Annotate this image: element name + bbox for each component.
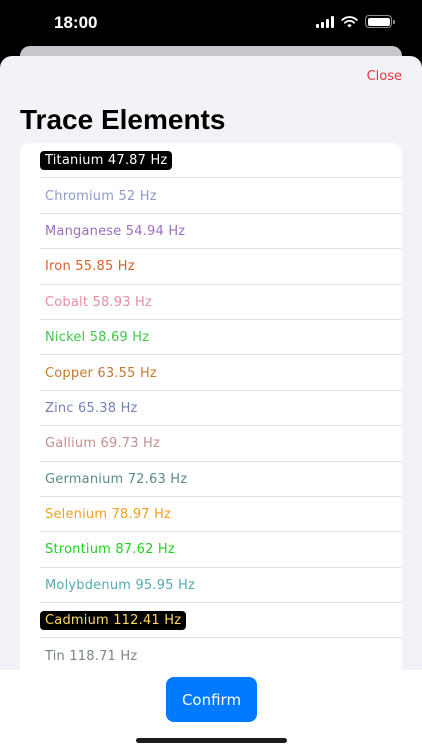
list-item[interactable]: Titanium 47.87 Hz: [20, 143, 402, 179]
list-item[interactable]: Strontium 87.62 Hz: [20, 532, 402, 569]
list-item[interactable]: Manganese 54.94 Hz: [20, 214, 402, 250]
list-item[interactable]: Copper 63.55 Hz: [20, 355, 402, 392]
list-item-label: Strontium 87.62 Hz: [45, 542, 175, 558]
list-item[interactable]: Molybdenum 95.95 Hz: [20, 568, 402, 604]
list-item-label: Chromium 52 Hz: [45, 188, 157, 204]
list-item-label: Molybdenum 95.95 Hz: [45, 577, 195, 593]
list-item-label: Tin 118.71 Hz: [45, 648, 138, 664]
list-item-label: Gallium 69.73 Hz: [45, 436, 161, 452]
list-item-label: Zinc 65.38 Hz: [45, 400, 138, 416]
confirm-button[interactable]: Confirm: [166, 677, 257, 722]
close-button[interactable]: Close: [367, 69, 402, 84]
status-bar: 18:00: [0, 0, 422, 48]
list-item[interactable]: Germanium 72.63 Hz: [20, 462, 402, 498]
list-item-label: Germanium 72.63 Hz: [45, 471, 188, 487]
list-item[interactable]: Selenium 78.97 Hz: [20, 497, 402, 533]
list-item-label: Iron 55.85 Hz: [45, 259, 135, 275]
status-icons: [316, 15, 395, 28]
list-item[interactable]: Cadmium 112.41 Hz: [20, 603, 402, 639]
list-item[interactable]: Chromium 52 Hz: [20, 178, 402, 215]
list-item-label: Nickel 58.69 Hz: [45, 330, 150, 346]
elements-list: Titanium 47.87 Hz Chromium 52 Hz Manganese…: [20, 143, 402, 703]
wifi-icon: [341, 15, 358, 27]
list-item[interactable]: Iron 55.85 Hz: [20, 249, 402, 285]
list-item[interactable]: Tin 118.71 Hz: [20, 638, 402, 675]
list-item-label: Titanium 47.87 Hz: [40, 151, 173, 171]
list-item[interactable]: Nickel 58.69 Hz: [20, 320, 402, 356]
list-item-label: Copper 63.55 Hz: [45, 365, 157, 381]
modal-sheet: Close Trace Elements Titanium 47.87 Hz Ch…: [0, 56, 422, 750]
battery-icon: [365, 15, 395, 28]
list-item-label: Cobalt 58.93 Hz: [45, 294, 153, 310]
status-time: 18:00: [54, 13, 98, 32]
list-item-label: Manganese 54.94 Hz: [45, 223, 186, 239]
list-item-label: Selenium 78.97 Hz: [45, 507, 172, 523]
list-item[interactable]: Cobalt 58.93 Hz: [20, 285, 402, 321]
list-item[interactable]: Gallium 69.73 Hz: [20, 426, 402, 462]
list-item-label: Cadmium 112.41 Hz: [40, 611, 187, 631]
page-title: Trace Elements: [20, 104, 226, 135]
home-indicator: [136, 738, 287, 743]
list-item[interactable]: Zinc 65.38 Hz: [20, 391, 402, 427]
cellular-signal-icon: [316, 15, 334, 28]
